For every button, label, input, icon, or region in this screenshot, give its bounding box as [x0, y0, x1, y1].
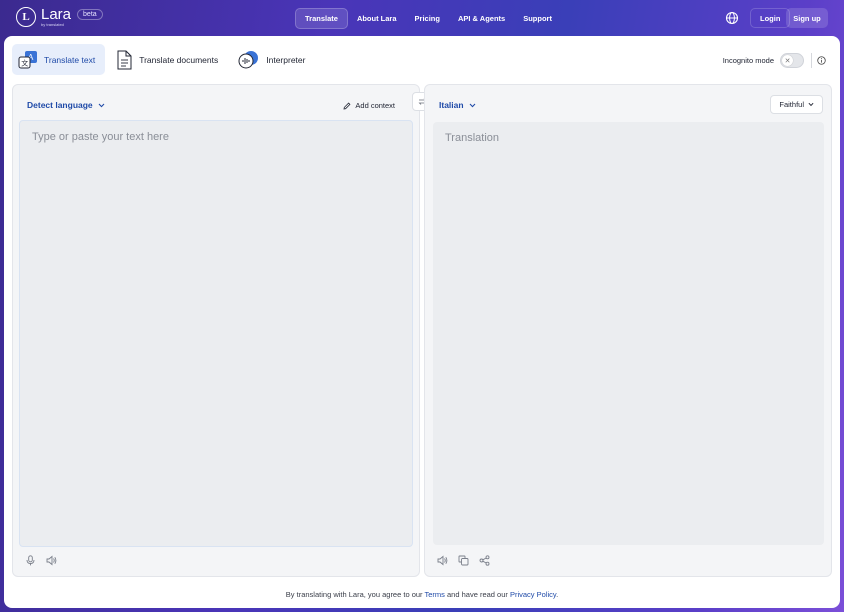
add-context-label: Add context	[355, 101, 395, 110]
divider	[811, 53, 812, 68]
lara-logo[interactable]: L Lara by translated beta	[16, 7, 103, 27]
incognito-label: Incognito mode	[722, 56, 774, 65]
nav-support[interactable]: Support	[514, 9, 561, 28]
incognito-toggle[interactable]: ✕	[780, 53, 804, 68]
microphone-icon[interactable]	[25, 555, 36, 566]
info-icon[interactable]	[817, 56, 826, 65]
tab-label: Translate documents	[139, 54, 219, 65]
translate-text-icon: A 文	[18, 50, 37, 68]
target-panel: Italian Faithful Translation	[424, 84, 832, 577]
tab-translate-documents[interactable]: Translate documents	[109, 44, 228, 75]
translation-style-select[interactable]: Faithful	[770, 95, 823, 114]
target-tools	[437, 555, 500, 566]
interpreter-icon	[238, 50, 259, 68]
chevron-down-icon	[808, 102, 814, 107]
chevron-down-icon	[98, 103, 105, 107]
target-language: Italian	[439, 100, 464, 110]
top-navigation: L Lara by translated beta Translate Abou…	[0, 0, 844, 36]
login-button[interactable]: Login	[750, 8, 791, 28]
nav-api-agents[interactable]: API & Agents	[449, 9, 514, 28]
speaker-icon[interactable]	[46, 555, 57, 566]
speaker-icon[interactable]	[437, 555, 448, 566]
nav-pricing[interactable]: Pricing	[406, 9, 449, 28]
terms-link[interactable]: Terms	[425, 590, 445, 599]
nav-translate[interactable]: Translate	[295, 8, 348, 29]
tab-label: Translate text	[44, 54, 96, 65]
beta-badge: beta	[77, 8, 103, 20]
share-icon[interactable]	[479, 555, 490, 566]
tab-interpreter[interactable]: Interpreter	[232, 44, 315, 75]
copy-icon[interactable]	[458, 555, 469, 566]
svg-text:文: 文	[21, 58, 28, 67]
source-panel: Detect language Add context	[12, 84, 420, 577]
translator-card: A 文 Translate text Translate documents I…	[4, 36, 840, 608]
translation-placeholder: Translation	[445, 132, 500, 144]
pencil-icon	[343, 102, 351, 110]
chevron-down-icon	[469, 103, 475, 107]
add-context-button[interactable]: Add context	[343, 101, 395, 110]
document-icon	[117, 50, 132, 69]
tab-label: Interpreter	[266, 54, 306, 65]
target-language-select[interactable]: Italian	[439, 100, 476, 110]
incognito-mode: Incognito mode ✕	[723, 53, 804, 68]
close-icon: ✕	[782, 55, 793, 66]
main-nav: Translate About Lara Pricing API & Agent…	[295, 8, 561, 29]
source-text-input[interactable]	[19, 120, 413, 547]
nav-about-lara[interactable]: About Lara	[348, 9, 406, 28]
legal-footer: By translating with Lara, you agree to o…	[285, 590, 559, 599]
tab-translate-text[interactable]: A 文 Translate text	[12, 44, 106, 75]
mode-tabs: A 文 Translate text Translate documents I…	[12, 44, 319, 75]
brand-name: Lara	[41, 6, 72, 23]
signup-button[interactable]: Sign up	[786, 8, 828, 28]
source-language-select[interactable]: Detect language	[27, 100, 105, 110]
privacy-policy-link[interactable]: Privacy Policy	[510, 590, 556, 599]
source-tools	[25, 555, 67, 566]
translation-output[interactable]: Translation	[433, 122, 824, 545]
globe-icon[interactable]	[725, 11, 739, 25]
brand-sub: by translated	[41, 22, 64, 27]
translation-style: Faithful	[779, 100, 804, 109]
source-language: Detect language	[27, 100, 93, 110]
logo-icon: L	[16, 7, 36, 27]
